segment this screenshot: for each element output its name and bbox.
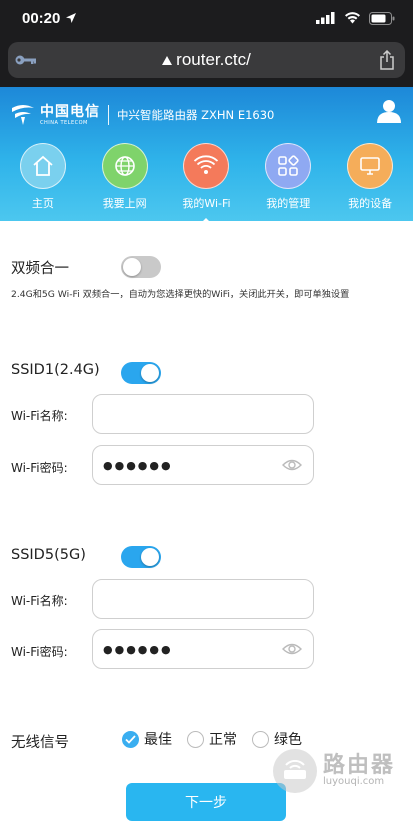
address-bar[interactable]: router.ctc/ [8, 42, 405, 78]
main-nav: 主页 我要上网 我的Wi-Fi 我的管理 我的设备 [0, 143, 413, 225]
signal-option-green[interactable]: 绿色 [252, 729, 302, 749]
wifi-icon [345, 12, 360, 24]
wifi-settings-form: 双频合一 2.4G和5G Wi-Fi 双频合一，自动为您选择更快的WiFi，关闭… [0, 221, 413, 821]
apps-grid-icon [278, 155, 299, 176]
ssid1-name-input[interactable] [103, 405, 303, 423]
monitor-icon [360, 157, 380, 175]
ssid1-toggle[interactable] [121, 362, 161, 384]
ssid1-password-label: Wi-Fi密码: [11, 461, 68, 475]
eye-icon[interactable] [282, 457, 302, 473]
ssid1-name-label: Wi-Fi名称: [11, 409, 68, 423]
next-step-button[interactable]: 下一步 [126, 783, 286, 821]
ssid5-name-input[interactable] [103, 590, 303, 608]
key-icon[interactable] [8, 54, 44, 66]
nav-devices-circle [347, 143, 394, 189]
china-telecom-logo: 中国电信 CHINA TELECOM [10, 104, 100, 126]
signal-radio-group: 最佳 正常 绿色 [122, 729, 317, 749]
ssid5-password-value[interactable]: ●●●●●● [103, 643, 173, 656]
status-bar: 00:20 [0, 0, 413, 36]
dual-band-toggle[interactable] [121, 256, 161, 278]
warning-icon [162, 56, 173, 65]
radio-unchecked-icon[interactable] [187, 730, 204, 748]
radio-checked-icon[interactable] [122, 730, 139, 748]
ssid5-name-field[interactable] [92, 579, 314, 619]
nav-home-circle [19, 143, 66, 189]
ssid5-password-label: Wi-Fi密码: [11, 645, 68, 659]
globe-icon [114, 156, 135, 176]
nav-home[interactable]: 主页 [3, 143, 83, 211]
signal-option-best[interactable]: 最佳 [122, 729, 172, 749]
battery-icon [369, 11, 395, 25]
nav-management-circle [265, 143, 312, 189]
signal-label: 无线信号 [11, 735, 69, 751]
ssid1-password-field[interactable]: ●●●●●● [92, 445, 314, 485]
nav-wifi-circle [183, 143, 230, 189]
ssid1-password-value[interactable]: ●●●●●● [103, 459, 173, 472]
ssid1-name-field[interactable] [92, 394, 314, 434]
nav-devices[interactable]: 我的设备 [330, 143, 410, 211]
dual-band-description: 2.4G和5G Wi-Fi 双频合一，自动为您选择更快的WiFi，关闭此开关，即… [11, 289, 350, 300]
router-watermark-icon [272, 749, 317, 793]
product-name: 中兴智能路由器 ZXHN E1630 [117, 108, 275, 122]
nav-internet-circle [101, 143, 148, 189]
ssid5-label: SSID5(5G) [11, 547, 86, 563]
ssid5-toggle[interactable] [121, 546, 161, 568]
dual-band-label: 双频合一 [11, 261, 69, 277]
user-icon[interactable] [377, 99, 401, 127]
router-header: 中国电信 CHINA TELECOM 中兴智能路由器 ZXHN E1630 主页… [0, 87, 413, 225]
signal-option-normal[interactable]: 正常 [187, 729, 237, 749]
radio-unchecked-icon[interactable] [252, 730, 269, 748]
share-icon[interactable] [369, 50, 405, 70]
wifi-signal-icon [194, 155, 219, 174]
location-arrow-icon [66, 13, 77, 23]
url-text[interactable]: router.ctc/ [44, 50, 369, 70]
watermark: 路由器 luyouqi.com [272, 749, 395, 793]
ssid5-name-label: Wi-Fi名称: [11, 594, 68, 608]
home-icon [33, 155, 53, 176]
header-divider [108, 105, 109, 125]
ssid5-password-field[interactable]: ●●●●●● [92, 629, 314, 669]
status-time: 00:20 [22, 9, 61, 27]
nav-internet[interactable]: 我要上网 [85, 143, 165, 211]
nav-my-wifi[interactable]: 我的Wi-Fi [166, 143, 246, 225]
browser-chrome: 00:20 router.ctc/ [0, 0, 413, 87]
cellular-signal-icon [316, 12, 335, 24]
nav-management[interactable]: 我的管理 [248, 143, 328, 211]
ssid1-label: SSID1(2.4G) [11, 362, 100, 378]
telecom-logo-icon [12, 105, 34, 125]
eye-icon[interactable] [282, 641, 302, 657]
